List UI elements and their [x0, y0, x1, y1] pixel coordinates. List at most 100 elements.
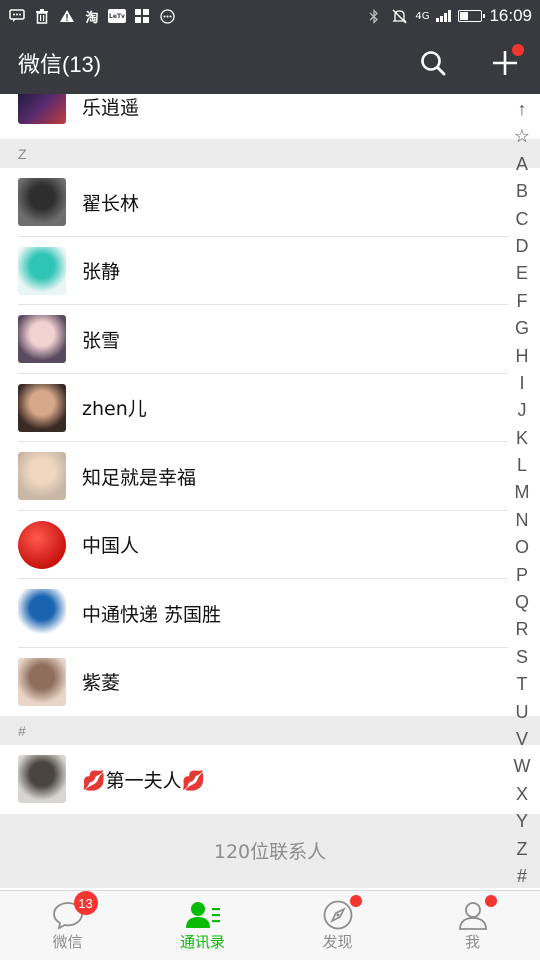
contact-name: 知足就是幸福 — [82, 466, 197, 489]
index-letter[interactable]: X — [516, 781, 528, 808]
avatar — [18, 246, 66, 295]
tab-contacts[interactable]: 通讯录 — [135, 891, 270, 960]
contact-count: 120位联系人 — [0, 813, 540, 888]
contact-name: 张雪 — [82, 329, 121, 352]
index-letter[interactable]: N — [516, 507, 529, 534]
index-letter[interactable]: R — [516, 616, 529, 643]
index-letter[interactable]: P — [516, 562, 528, 589]
more-dots-icon — [158, 7, 176, 25]
index-letter[interactable]: Z — [517, 836, 528, 863]
page-title: 微信(13) — [18, 52, 102, 77]
avatar — [18, 589, 66, 638]
alphabet-index[interactable]: ↑ ☆ A B C D E F G H I J K L M N O P Q R S T U V W X Y Z # — [510, 96, 534, 890]
index-letter[interactable]: B — [516, 178, 528, 205]
search-button[interactable] — [416, 46, 450, 80]
index-letter[interactable]: U — [516, 699, 529, 726]
contact-name: zhen儿 — [82, 398, 147, 421]
contact-row[interactable]: 知足就是幸福 — [0, 442, 540, 511]
index-letter[interactable]: C — [516, 206, 529, 233]
letv-icon-label: LeTv — [109, 12, 125, 20]
avatar — [18, 315, 66, 364]
contact-name: 紫菱 — [82, 672, 121, 695]
app-bar: 微信(13) — [0, 32, 540, 94]
message-icon — [8, 7, 26, 25]
status-bar-right: 4G 16:09 — [365, 6, 532, 26]
contact-row[interactable]: 翟长林 — [0, 168, 540, 237]
person-icon — [457, 895, 497, 931]
trash-icon — [33, 7, 51, 25]
avatar — [18, 452, 66, 501]
contact-name: 翟长林 — [82, 192, 140, 215]
avatar — [18, 94, 66, 124]
mute-icon — [390, 7, 408, 25]
tab-me[interactable]: 我 — [405, 891, 540, 960]
add-notification-dot — [512, 44, 524, 56]
battery-icon — [458, 10, 486, 22]
index-letter[interactable]: G — [515, 315, 529, 342]
network-type: 4G — [415, 10, 430, 22]
contacts-icon — [185, 899, 221, 931]
avatar — [18, 383, 66, 432]
unread-badge: 13 — [73, 891, 98, 915]
signal-icon — [436, 10, 452, 22]
index-letter[interactable]: W — [514, 753, 531, 780]
discover-dot — [349, 895, 362, 907]
contact-name: 💋第一夫人💋 — [82, 769, 206, 792]
contact-name: 中国人 — [82, 535, 140, 558]
avatar — [18, 755, 66, 804]
index-letter[interactable]: L — [517, 452, 527, 479]
index-letter[interactable]: K — [516, 425, 528, 452]
contact-row[interactable]: 中国人 — [0, 511, 540, 579]
contact-name: 中通快递 苏国胜 — [82, 603, 222, 626]
contact-row[interactable]: 紫菱 — [0, 648, 540, 717]
status-bar: 淘 LeTv 4G 16:09 — [0, 0, 540, 32]
taobao-icon: 淘 — [85, 10, 99, 26]
index-letter[interactable]: ☆ — [514, 123, 530, 150]
add-button[interactable] — [488, 44, 524, 80]
tab-label: 我 — [464, 933, 480, 951]
contact-row[interactable]: 乐逍遥 — [0, 94, 540, 139]
me-dot — [484, 895, 497, 907]
grid-app-icon — [133, 7, 151, 25]
section-header: # — [0, 716, 540, 745]
index-letter[interactable]: A — [516, 151, 528, 178]
app-bar-actions — [416, 32, 524, 94]
section-header: Z — [0, 139, 540, 168]
contact-row[interactable]: 💋第一夫人💋 — [0, 745, 540, 814]
bluetooth-icon — [365, 7, 383, 25]
warning-icon — [58, 7, 76, 25]
index-letter[interactable]: D — [516, 233, 529, 260]
index-letter[interactable]: M — [515, 479, 530, 506]
index-letter[interactable]: # — [517, 863, 527, 890]
tab-label: 微信 — [52, 933, 83, 951]
index-letter[interactable]: ↑ — [518, 96, 527, 123]
index-letter[interactable]: T — [517, 671, 528, 698]
contact-row[interactable]: 中通快递 苏国胜 — [0, 579, 540, 648]
avatar — [18, 178, 66, 227]
contact-name: 乐逍遥 — [82, 97, 140, 119]
contact-list[interactable]: 乐逍遥 Z 翟长林张静张雪 zhen儿知足就是幸福 中国人中通快递 苏国胜 紫菱 # 💋第一… — [0, 94, 540, 890]
index-letter[interactable]: O — [515, 534, 529, 561]
index-letter[interactable]: I — [519, 370, 524, 397]
contact-row[interactable]: 张雪 — [0, 305, 540, 374]
contact-name: 张静 — [82, 261, 121, 284]
avatar — [18, 657, 66, 706]
letv-icon: LeTv — [108, 9, 126, 23]
index-letter[interactable]: H — [516, 343, 529, 370]
bottom-tab-bar: 13 微信 通讯录 发现 我 — [0, 890, 540, 960]
index-letter[interactable]: J — [518, 397, 527, 424]
tab-label: 通讯录 — [179, 933, 225, 951]
index-letter[interactable]: V — [516, 726, 528, 753]
contact-row[interactable]: 张静 — [0, 237, 540, 305]
contact-row[interactable]: zhen儿 — [0, 374, 540, 442]
index-letter[interactable]: S — [516, 644, 528, 671]
tab-discover[interactable]: 发现 — [270, 891, 405, 960]
index-letter[interactable]: E — [516, 260, 528, 287]
index-letter[interactable]: Y — [516, 808, 528, 835]
index-letter[interactable]: Q — [515, 589, 529, 616]
tab-label: 发现 — [322, 933, 353, 951]
tab-chats[interactable]: 13 微信 — [0, 891, 135, 960]
search-icon — [421, 51, 446, 76]
compass-icon — [322, 895, 362, 931]
index-letter[interactable]: F — [517, 288, 528, 315]
